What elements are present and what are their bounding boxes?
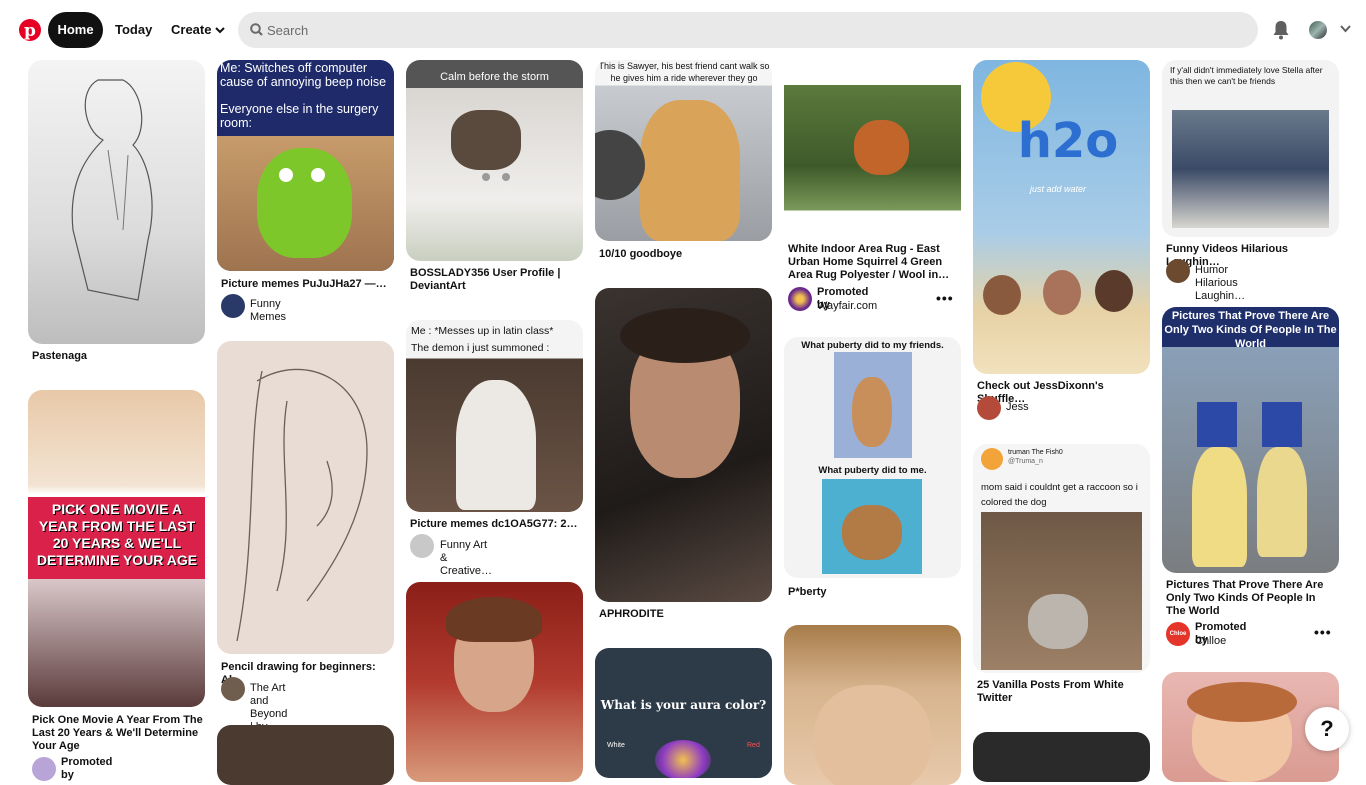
- promoter-name: Chlloe: [1195, 635, 1227, 647]
- pin-caption: Funny Videos Hilarious Laughin…: [1166, 243, 1289, 268]
- pin-image[interactable]: [217, 341, 394, 654]
- chevron-down-icon: [215, 27, 226, 34]
- chloe-brand-text: Chloe: [1169, 631, 1187, 637]
- pin-image[interactable]: [973, 732, 1150, 782]
- pinterest-logo-icon[interactable]: p: [19, 19, 41, 41]
- author-name: Funny Art & Creative…: [440, 539, 492, 577]
- pin-overlay-text: Everyone else in the surgery room:: [220, 102, 379, 130]
- pin-image[interactable]: Me : *Messes up in latin class* The demo…: [406, 320, 583, 512]
- author-avatar: [1166, 259, 1190, 283]
- author-name: Funny Memes: [250, 298, 287, 323]
- pin-caption: 25 Vanilla Posts From White Twitter: [977, 679, 1124, 704]
- promoter-avatar: [32, 757, 56, 781]
- pin-caption: 10/10 goodboye: [599, 248, 683, 260]
- svg-text:p: p: [24, 21, 36, 41]
- pin-image[interactable]: If y'all didn't immediately love Stella …: [1162, 60, 1339, 237]
- pin-image[interactable]: truman The Fish0 @Truma_n mom said i cou…: [973, 444, 1150, 673]
- pin-image[interactable]: What is your aura color? White Red: [595, 648, 772, 778]
- tweet-text: mom said i couldnt get a raccoon so i co…: [981, 482, 1138, 508]
- pin-image[interactable]: [784, 60, 961, 237]
- search-input[interactable]: [267, 12, 1227, 48]
- notifications-bell-icon[interactable]: [1272, 20, 1290, 40]
- pin-overlay-text: What puberty did to my friends.: [801, 340, 944, 351]
- pin-image[interactable]: [784, 625, 961, 785]
- pin-image[interactable]: h2o just add water: [973, 60, 1150, 374]
- promoter-avatar: Chloe: [1166, 622, 1190, 646]
- top-nav: p Home Today Create: [0, 0, 1366, 60]
- promoter-avatar: [788, 287, 812, 311]
- author-avatar: [221, 677, 245, 701]
- pin-overlay-text: What is your aura color?: [600, 698, 767, 712]
- account-chevron-down-icon[interactable]: [1340, 25, 1351, 33]
- pin-overlay-text: This is Sawyer, his best friend cant wal…: [598, 61, 770, 83]
- author-name: Jess: [1006, 401, 1029, 413]
- aura-red-label: Red: [747, 742, 760, 749]
- tweet-handle: @Truma_n: [1008, 458, 1043, 465]
- pin-image[interactable]: This is Sawyer, his best friend cant wal…: [595, 60, 772, 241]
- pin-caption: Check out JessDixonn's Shuffle…: [977, 380, 1104, 405]
- home-button[interactable]: Home: [48, 12, 103, 48]
- promoted-label: Promoted by: [61, 756, 113, 781]
- pin-image[interactable]: PICK ONE MOVIE A YEAR FROM THE LAST 20 Y…: [28, 390, 205, 707]
- h2o-tagline: just add water: [1029, 184, 1087, 194]
- more-options-icon[interactable]: •••: [936, 290, 954, 306]
- pin-caption: BOSSLADY356 User Profile | DeviantArt: [410, 267, 561, 292]
- pin-image[interactable]: [406, 582, 583, 782]
- pin-caption: Pencil drawing for beginners: Al…: [221, 661, 376, 686]
- pin-image[interactable]: Me: Switches off computer cause of annoy…: [217, 60, 394, 271]
- pin-caption: White Indoor Area Rug - East Urban Home …: [788, 243, 950, 281]
- pin-caption: APHRODITE: [599, 608, 664, 620]
- h2o-logo-text: h2o: [1017, 113, 1119, 169]
- search-icon: [250, 23, 263, 36]
- pin-image[interactable]: What puberty did to my friends. What pub…: [784, 337, 961, 578]
- tweet-display-name: truman The Fish0: [1008, 449, 1063, 456]
- pin-image[interactable]: [217, 725, 394, 785]
- pin-image[interactable]: [595, 288, 772, 602]
- create-label: Create: [171, 22, 212, 37]
- create-button[interactable]: Create: [159, 12, 237, 48]
- help-button[interactable]: ?: [1305, 707, 1349, 751]
- pin-caption: Pick One Movie A Year From The Last 20 Y…: [32, 714, 203, 752]
- pin-caption: P*berty: [788, 586, 827, 598]
- pin-image[interactable]: Pictures That Prove There Are Only Two K…: [1162, 307, 1339, 573]
- author-avatar: [410, 534, 434, 558]
- pin-image[interactable]: [28, 60, 205, 344]
- pin-overlay-text: PICK ONE MOVIE A YEAR FROM THE LAST 20 Y…: [36, 501, 198, 568]
- pin-caption: Pictures That Prove There Are Only Two K…: [1166, 579, 1324, 617]
- profile-avatar[interactable]: [1309, 21, 1327, 39]
- author-avatar: [977, 396, 1001, 420]
- pin-overlay-text: Calm before the storm: [440, 71, 549, 83]
- author-avatar: [221, 294, 245, 318]
- today-button[interactable]: Today: [103, 12, 164, 48]
- pin-overlay-text: Pictures That Prove There Are Only Two K…: [1164, 310, 1337, 350]
- pin-caption: Picture memes dc1OA5G77: 2…: [410, 518, 578, 530]
- pin-overlay-text: Me: Switches off computer cause of annoy…: [220, 61, 387, 89]
- pin-image[interactable]: Calm before the storm: [406, 60, 583, 261]
- search-bar[interactable]: [238, 12, 1258, 48]
- aura-white-label: White: [607, 742, 625, 749]
- pin-overlay-text: If y'all didn't immediately love Stella …: [1170, 65, 1323, 86]
- pin-caption: Pastenaga: [32, 350, 88, 362]
- author-name: Humor Hilarious Laughin…: [1195, 264, 1246, 302]
- pin-caption: Picture memes PuJuJHa27 —…: [221, 278, 387, 290]
- pin-overlay-text: Me : *Messes up in latin class* The demo…: [411, 325, 554, 354]
- promoter-name: Wayfair.com: [817, 300, 878, 312]
- more-options-icon[interactable]: •••: [1314, 624, 1332, 640]
- pin-overlay-text: What puberty did to me.: [818, 465, 927, 476]
